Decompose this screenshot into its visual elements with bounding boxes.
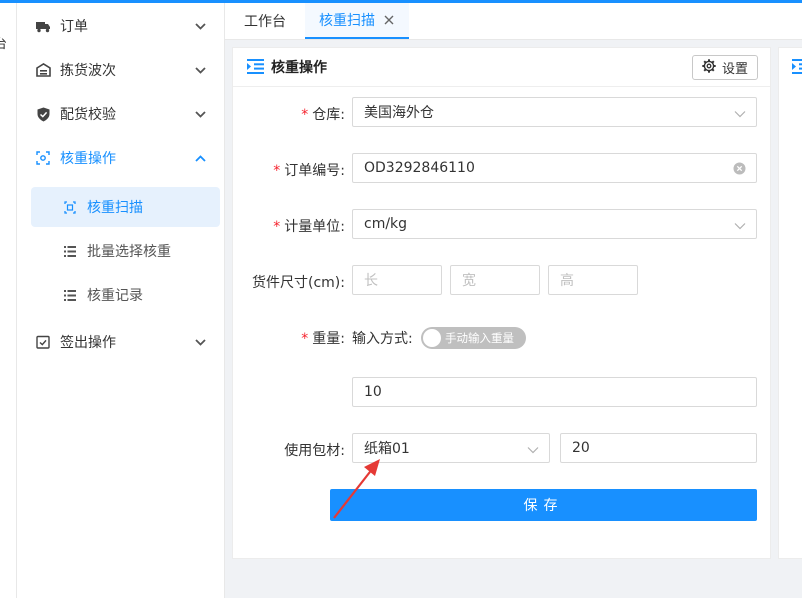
close-icon[interactable] bbox=[383, 14, 395, 26]
clear-icon[interactable] bbox=[733, 162, 746, 175]
gear-icon bbox=[702, 58, 716, 77]
sidebar-item-label: 配货校验 bbox=[60, 107, 116, 123]
scan-icon bbox=[35, 150, 51, 166]
tab-workbench[interactable]: 工作台 bbox=[233, 3, 297, 39]
save-button[interactable]: 保存 bbox=[330, 489, 757, 521]
required-mark: * bbox=[301, 331, 309, 347]
list-icon bbox=[63, 288, 77, 302]
menu-indent-icon bbox=[792, 59, 802, 74]
shield-check-icon bbox=[35, 106, 51, 122]
weight-label: * 重量: bbox=[301, 328, 345, 348]
warehouse-select[interactable]: 美国海外仓 bbox=[352, 97, 757, 127]
toggle-text: 手动输入重量 bbox=[445, 331, 514, 345]
sidebar-item-label: 订单 bbox=[60, 19, 88, 35]
unit-label: * 计量单位: bbox=[273, 216, 345, 236]
packaging-select[interactable]: 纸箱01 bbox=[352, 433, 550, 463]
chevron-up-icon bbox=[194, 152, 206, 164]
chevron-down-icon bbox=[734, 107, 746, 118]
chevron-down-icon bbox=[527, 443, 539, 454]
height-input[interactable]: 高 bbox=[548, 265, 638, 295]
manual-weight-toggle[interactable]: 手动输入重量 bbox=[421, 327, 526, 349]
order-number-input[interactable]: OD3292846110 bbox=[352, 153, 757, 183]
sidebar-item-weight-check[interactable]: 核重操作 bbox=[17, 138, 224, 178]
packaging-label: 使用包材: bbox=[284, 440, 345, 460]
sidebar-item-label: 拣货波次 bbox=[60, 63, 116, 79]
sidebar-item-label: 签出操作 bbox=[60, 335, 116, 351]
weight-value: 10 bbox=[364, 384, 382, 400]
cut-off-text: 台 bbox=[0, 33, 7, 52]
sidebar-subitem-batch-weight[interactable]: 批量选择核重 bbox=[31, 231, 220, 271]
collapsed-left-strip: 台 bbox=[0, 3, 17, 598]
tab-label: 核重扫描 bbox=[319, 13, 375, 29]
panel-title: 核重操作 bbox=[271, 60, 327, 76]
width-placeholder: 宽 bbox=[462, 273, 476, 289]
warehouse-label-text: 仓库: bbox=[312, 107, 345, 123]
length-input[interactable]: 长 bbox=[352, 265, 442, 295]
height-placeholder: 高 bbox=[560, 273, 574, 289]
panel-header: 核重操作 设置 bbox=[233, 48, 770, 87]
tab-label: 工作台 bbox=[244, 14, 286, 30]
save-label: 保存 bbox=[523, 498, 564, 514]
weight-label-text: 重量: bbox=[312, 331, 345, 347]
unit-value: cm/kg bbox=[364, 216, 408, 232]
sidebar-subitem-label: 核重记录 bbox=[87, 288, 143, 304]
chevron-down-icon bbox=[734, 219, 746, 230]
packaging-quantity-input[interactable]: 20 bbox=[560, 433, 757, 463]
chevron-down-icon bbox=[194, 64, 206, 76]
required-mark: * bbox=[273, 163, 281, 179]
sidebar-subitem-weight-records[interactable]: 核重记录 bbox=[31, 275, 220, 315]
sidebar-item-orders[interactable]: 订单 bbox=[17, 6, 224, 46]
packaging-label-text: 使用包材: bbox=[284, 443, 345, 459]
sidebar: 订单 拣货波次 配货校验 核重操作 核重扫描 批量选择核重 核重记录 签出操作 bbox=[17, 3, 225, 598]
chevron-down-icon bbox=[194, 336, 206, 348]
sidebar-item-picking-wave[interactable]: 拣货波次 bbox=[17, 50, 224, 90]
order-number-label: * 订单编号: bbox=[273, 160, 345, 180]
sidebar-item-distribution-check[interactable]: 配货校验 bbox=[17, 94, 224, 134]
sidebar-subitem-weight-scan[interactable]: 核重扫描 bbox=[31, 187, 220, 227]
warehouse-icon bbox=[35, 62, 51, 78]
right-panel-edge bbox=[778, 47, 802, 559]
size-label: 货件尺寸(cm): bbox=[252, 272, 345, 292]
unit-label-text: 计量单位: bbox=[284, 219, 345, 235]
sidebar-subitem-label: 批量选择核重 bbox=[87, 244, 171, 260]
toggle-knob bbox=[423, 329, 441, 347]
tab-bar: 工作台 核重扫描 bbox=[225, 3, 802, 40]
settings-label: 设置 bbox=[721, 62, 748, 77]
length-placeholder: 长 bbox=[364, 273, 378, 289]
required-mark: * bbox=[273, 219, 281, 235]
scan-doc-icon bbox=[63, 200, 77, 214]
sidebar-item-label: 核重操作 bbox=[60, 151, 116, 167]
order-number-label-text: 订单编号: bbox=[284, 163, 345, 179]
chevron-down-icon bbox=[194, 108, 206, 120]
sidebar-item-checkout[interactable]: 签出操作 bbox=[17, 322, 224, 362]
warehouse-value: 美国海外仓 bbox=[364, 105, 434, 121]
width-input[interactable]: 宽 bbox=[450, 265, 540, 295]
packaging-value: 纸箱01 bbox=[364, 441, 410, 457]
order-number-value: OD3292846110 bbox=[364, 160, 475, 176]
required-mark: * bbox=[301, 107, 309, 123]
tab-weight-scan[interactable]: 核重扫描 bbox=[305, 3, 409, 39]
truck-icon bbox=[35, 18, 51, 34]
menu-indent-icon bbox=[247, 59, 264, 74]
unit-select[interactable]: cm/kg bbox=[352, 209, 757, 239]
list-icon bbox=[63, 244, 77, 258]
weight-input[interactable]: 10 bbox=[352, 377, 757, 407]
sidebar-subitem-label: 核重扫描 bbox=[87, 200, 143, 216]
chevron-down-icon bbox=[194, 20, 206, 32]
size-label-text: 货件尺寸(cm): bbox=[252, 275, 345, 291]
packaging-quantity-value: 20 bbox=[572, 440, 590, 456]
settings-button[interactable]: 设置 bbox=[692, 55, 758, 80]
warehouse-label: * 仓库: bbox=[301, 104, 345, 124]
input-mode-label-text: 输入方式: bbox=[352, 331, 413, 347]
checkout-icon bbox=[35, 334, 51, 350]
input-mode-label: 输入方式: bbox=[352, 328, 413, 348]
